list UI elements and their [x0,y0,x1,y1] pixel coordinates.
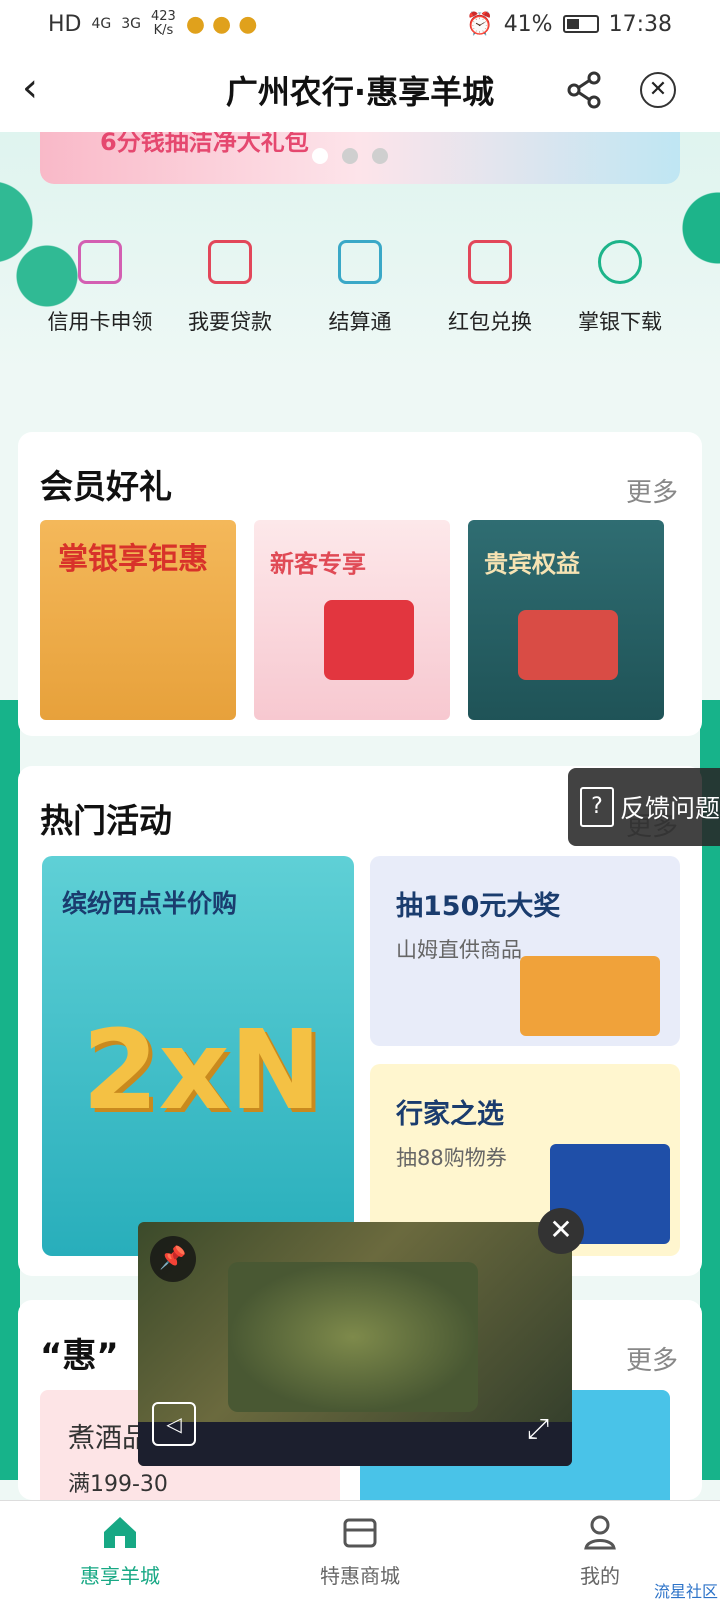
quick-credit-card[interactable]: 信用卡申领 [40,240,160,336]
clock: 17:38 [608,11,672,37]
nav-shop[interactable]: 特惠商城 [240,1501,480,1600]
user-icon [584,1515,616,1550]
nav-label: 特惠商城 [320,1564,400,1588]
quick-label: 红包兑换 [448,310,532,334]
page-title: 广州农行·惠享羊城 [225,73,495,111]
hot-tile-title: 缤纷西点半价购 [62,889,238,918]
quick-label: 结算通 [328,310,392,334]
shopping-cart-art [520,956,660,1036]
signal-3g-icon: 3G [121,16,142,32]
notification-icons: ● ● ● [185,11,258,37]
quick-actions: 信用卡申领 我要贷款 结算通 红包兑换 掌银下载 [40,240,680,336]
feedback-icon: ? [580,787,614,827]
member-tile-2[interactable]: 新客专享 [254,520,450,720]
banner-pagination [312,148,388,164]
hot-tile-subtitle: 抽88购物券 [396,1146,507,1170]
hui-tile-title: 煮酒品 [68,1423,149,1454]
feedback-label: 反馈问题 [620,794,720,823]
quick-app-download[interactable]: 掌银下载 [560,240,680,336]
video-close-icon[interactable]: ✕ [538,1208,584,1254]
promo-art-2xn: 2xN [82,1006,322,1134]
bottom-nav: 惠享羊城 特惠商城 我的 [0,1500,720,1600]
member-tile-label: 贵宾权益 [484,550,580,578]
red-envelope-icon [468,240,512,284]
shop-icon [343,1518,377,1548]
alarm-icon: ⏰ [466,11,494,37]
speed-value: 423 [151,9,176,24]
hui-tile-subtitle: 满199-30 [68,1472,168,1497]
wallet-icon [208,240,252,284]
nav-label: 我的 [580,1564,620,1588]
hot-tile-title: 行家之选 [396,1099,504,1130]
more-link[interactable]: 更多 [626,1340,678,1377]
hd-indicator: HD [48,11,82,37]
speed-unit: K/s [153,23,174,38]
banner-dot [372,148,388,164]
receipt-search-icon [338,240,382,284]
red-envelope-art [324,600,414,680]
section-title: 热门活动 [40,801,172,840]
gift-envelope-art [518,610,618,680]
member-tile-1[interactable]: 掌银享钜惠 [40,520,236,720]
quick-red-envelope[interactable]: 红包兑换 [430,240,550,336]
battery-icon [562,15,599,33]
member-tile-3[interactable]: 贵宾权益 [468,520,664,720]
nav-label: 惠享羊城 [80,1564,160,1588]
quick-label: 我要贷款 [188,310,272,334]
app-header: ‹ 广州农行·惠享羊城 ✕ [0,48,720,132]
edit-doc-icon [78,240,122,284]
hot-tile-prize[interactable]: 抽150元大奖 山姆直供商品 [370,856,680,1046]
game-hud [138,1422,572,1466]
section-title: “惠” [40,1336,119,1376]
banner-dot [342,148,358,164]
quick-settlement[interactable]: 结算通 [300,240,420,336]
pin-icon[interactable]: 📌 [150,1236,196,1282]
banner-text: 6分钱抽洁净大礼包 [100,132,309,156]
hot-tile-subtitle: 山姆直供商品 [396,938,522,962]
close-mini-app-icon[interactable]: ✕ [640,72,676,108]
back-icon[interactable]: ‹ [22,66,70,114]
speaker-icon[interactable]: ◁ [152,1402,196,1446]
status-bar: HD 4G 3G 423 K/s ● ● ● ⏰ 41% 17:38 [0,0,720,48]
quick-label: 信用卡申领 [47,310,153,334]
member-gifts-card: 会员好礼 更多 掌银享钜惠 新客专享 贵宾权益 [18,432,702,736]
hot-tile-title: 抽150元大奖 [396,891,561,922]
network-speed: 423 K/s [151,10,176,38]
nav-home[interactable]: 惠享羊城 [0,1501,240,1600]
quick-loan[interactable]: 我要贷款 [170,240,290,336]
more-link[interactable]: 更多 [626,472,678,509]
member-tile-label: 掌银享钜惠 [58,542,208,577]
game-arena [228,1262,478,1412]
banner-dot [312,148,328,164]
expand-icon[interactable]: ⤢ [518,1412,558,1452]
decor-side-left [0,700,20,1480]
feedback-button[interactable]: ? 反馈问题 [568,768,720,846]
section-title: 会员好礼 [40,467,172,506]
battery-percent: 41% [503,11,553,37]
abc-logo-icon [598,240,642,284]
floating-video-player[interactable]: 📌 ◁ ⤢ [138,1222,572,1466]
share-icon[interactable] [562,68,606,112]
home-icon [104,1517,136,1548]
watermark-text: 流星社区 [654,1582,719,1600]
signal-4g-icon: 4G [91,16,112,32]
quick-label: 掌银下载 [578,310,662,334]
member-tile-label: 新客专享 [270,550,366,578]
hot-tile-pastry[interactable]: 缤纷西点半价购 2xN [42,856,354,1256]
